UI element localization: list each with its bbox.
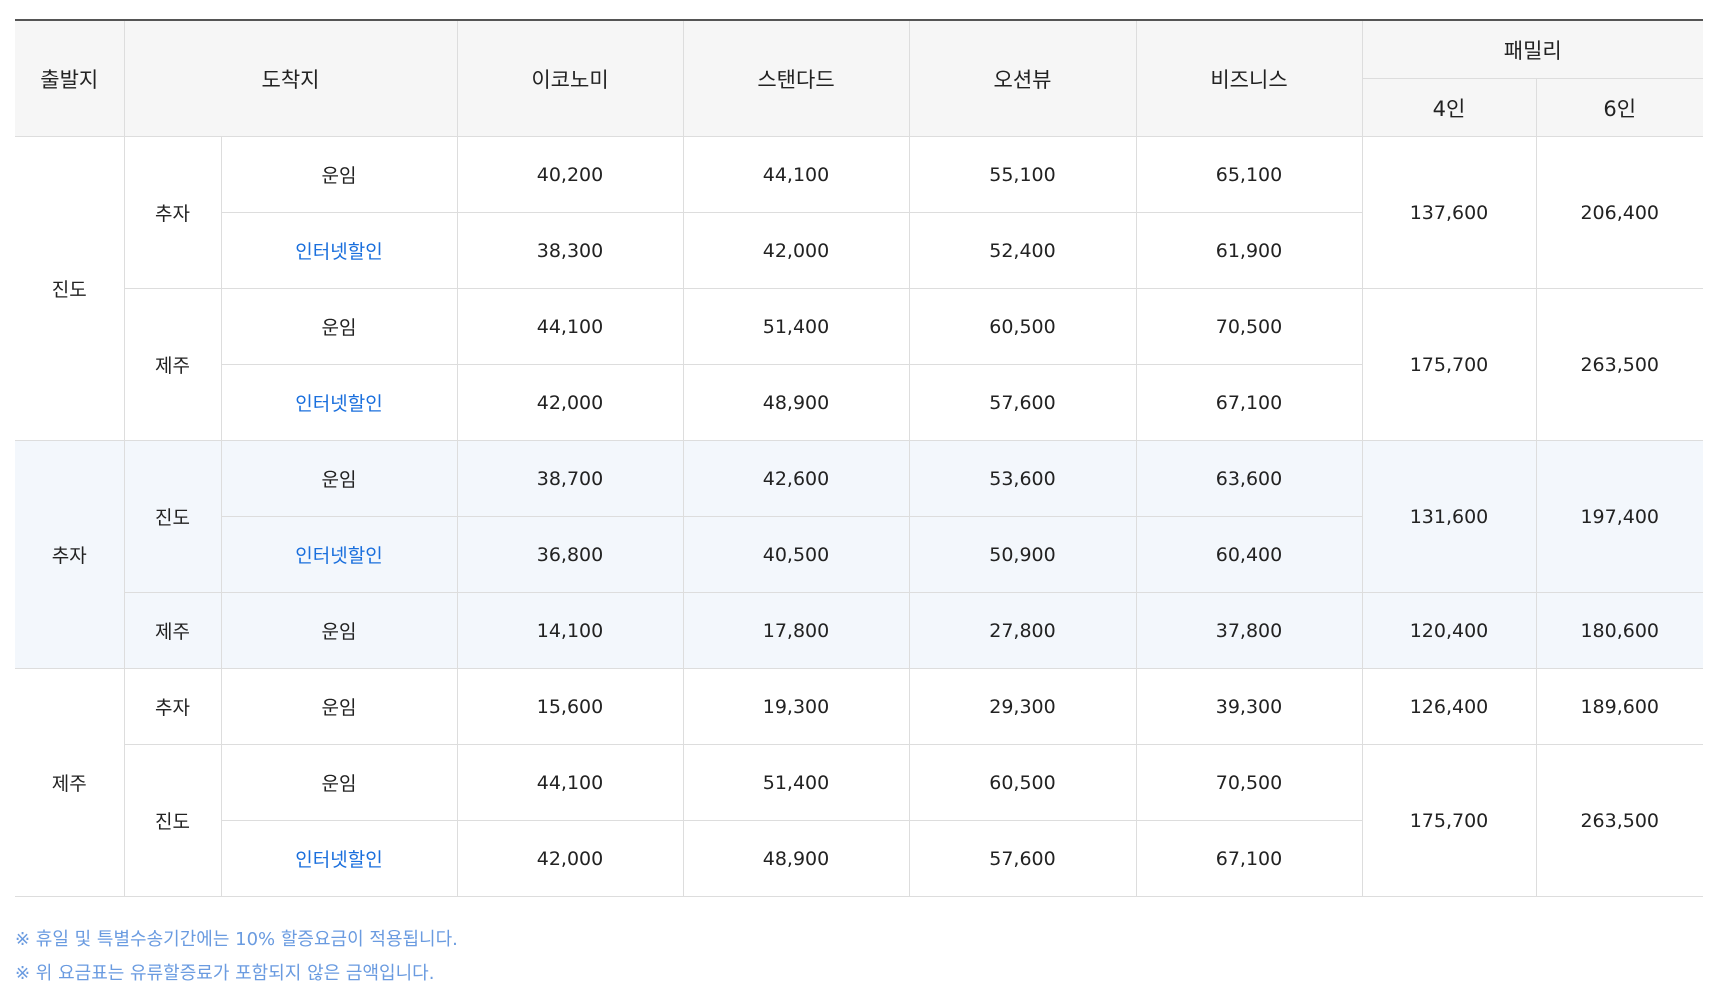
economy-cell: 44,100 xyxy=(456,288,683,365)
standard-cell: 19,300 xyxy=(682,668,909,745)
business-cell: 67,100 xyxy=(1135,364,1362,441)
standard-cell: 42,000 xyxy=(682,212,909,289)
table-row: 제주 운임 14,100 17,800 27,800 37,800 120,40… xyxy=(15,592,1703,669)
internet-discount-label: 인터넷할인 xyxy=(220,212,457,289)
oceanview-cell: 53,600 xyxy=(908,440,1136,517)
table-row: 진도 추자 운임 40,200 44,100 55,100 65,100 137… xyxy=(15,136,1703,441)
table-header: 출발지 도착지 이코노미 스탠다드 오션뷰 비즈니스 패밀리 4인 6인 xyxy=(15,20,1703,137)
business-cell: 37,800 xyxy=(1135,592,1362,669)
header-departure: 출발지 xyxy=(15,20,124,137)
header-family: 패밀리 xyxy=(1361,20,1703,79)
economy-cell: 42,000 xyxy=(456,820,683,897)
header-family-4: 4인 xyxy=(1361,78,1536,137)
oceanview-cell: 60,500 xyxy=(908,744,1136,821)
header-family-6: 6인 xyxy=(1535,78,1703,137)
fare-table-container: 출발지 도착지 이코노미 스탠다드 오션뷰 비즈니스 패밀리 4인 6인 진도 … xyxy=(15,19,1703,991)
header-oceanview: 오션뷰 xyxy=(908,20,1136,137)
family-6-cell: 206,400 xyxy=(1535,136,1703,289)
family-6-cell: 263,500 xyxy=(1535,288,1703,441)
standard-cell: 40,500 xyxy=(682,516,909,593)
oceanview-cell: 57,600 xyxy=(908,820,1136,897)
standard-cell: 51,400 xyxy=(682,744,909,821)
arrival-cell: 진도 xyxy=(123,744,221,897)
table-row: 진도 운임 44,100 51,400 60,500 70,500 175,70… xyxy=(15,744,1703,897)
economy-cell: 15,600 xyxy=(456,668,683,745)
family-6-cell: 189,600 xyxy=(1535,668,1703,745)
fare-type-cell: 운임 xyxy=(220,136,457,213)
family-4-cell: 131,600 xyxy=(1361,440,1536,593)
family-6-cell: 263,500 xyxy=(1535,744,1703,897)
oceanview-cell: 50,900 xyxy=(908,516,1136,593)
table-row: 제주 운임 44,100 51,400 60,500 70,500 175,70… xyxy=(15,288,1703,441)
oceanview-cell: 52,400 xyxy=(908,212,1136,289)
departure-cell: 제주 xyxy=(15,668,124,897)
internet-discount-label: 인터넷할인 xyxy=(220,820,457,897)
business-cell: 61,900 xyxy=(1135,212,1362,289)
departure-cell: 추자 xyxy=(15,440,124,669)
header-economy: 이코노미 xyxy=(456,20,683,137)
oceanview-cell: 29,300 xyxy=(908,668,1136,745)
header-business: 비즈니스 xyxy=(1135,20,1362,137)
header-standard: 스탠다드 xyxy=(682,20,909,137)
oceanview-cell: 57,600 xyxy=(908,364,1136,441)
economy-cell: 42,000 xyxy=(456,364,683,441)
fare-type-cell: 운임 xyxy=(220,744,457,821)
standard-cell: 17,800 xyxy=(682,592,909,669)
arrival-cell: 제주 xyxy=(123,592,221,669)
fare-notes: ※ 휴일 및 특별수송기간에는 10% 할증요금이 적용됩니다. ※ 위 요금표… xyxy=(15,923,1703,991)
business-cell: 60,400 xyxy=(1135,516,1362,593)
business-cell: 70,500 xyxy=(1135,288,1362,365)
family-4-cell: 175,700 xyxy=(1361,288,1536,441)
economy-cell: 38,700 xyxy=(456,440,683,517)
business-cell: 70,500 xyxy=(1135,744,1362,821)
arrival-cell: 제주 xyxy=(123,288,221,441)
standard-cell: 48,900 xyxy=(682,820,909,897)
fare-type-cell: 운임 xyxy=(220,668,457,745)
family-4-cell: 126,400 xyxy=(1361,668,1536,745)
fare-table: 출발지 도착지 이코노미 스탠다드 오션뷰 비즈니스 패밀리 4인 6인 진도 … xyxy=(15,19,1703,897)
economy-cell: 44,100 xyxy=(456,744,683,821)
departure-cell: 진도 xyxy=(15,136,124,441)
oceanview-cell: 55,100 xyxy=(908,136,1136,213)
fuel-surcharge-note: ※ 위 요금표는 유류할증료가 포함되지 않은 금액입니다. xyxy=(15,963,435,984)
fare-type-cell: 운임 xyxy=(220,592,457,669)
arrival-cell: 추자 xyxy=(123,668,221,745)
economy-cell: 38,300 xyxy=(456,212,683,289)
economy-cell: 14,100 xyxy=(456,592,683,669)
fare-type-cell: 운임 xyxy=(220,288,457,365)
internet-discount-label: 인터넷할인 xyxy=(220,516,457,593)
economy-cell: 36,800 xyxy=(456,516,683,593)
family-6-cell: 180,600 xyxy=(1535,592,1703,669)
arrival-cell: 추자 xyxy=(123,136,221,289)
business-cell: 65,100 xyxy=(1135,136,1362,213)
internet-discount-label: 인터넷할인 xyxy=(220,364,457,441)
oceanview-cell: 27,800 xyxy=(908,592,1136,669)
arrival-cell: 진도 xyxy=(123,440,221,593)
family-4-cell: 175,700 xyxy=(1361,744,1536,897)
surcharge-note: ※ 휴일 및 특별수송기간에는 10% 할증요금이 적용됩니다. xyxy=(15,929,458,950)
standard-cell: 42,600 xyxy=(682,440,909,517)
table-body: 진도 추자 운임 40,200 44,100 55,100 65,100 137… xyxy=(15,136,1703,897)
standard-cell: 44,100 xyxy=(682,136,909,213)
business-cell: 67,100 xyxy=(1135,820,1362,897)
family-6-cell: 197,400 xyxy=(1535,440,1703,593)
table-row: 제주 추자 운임 15,600 19,300 29,300 39,300 126… xyxy=(15,668,1703,897)
family-4-cell: 137,600 xyxy=(1361,136,1536,289)
oceanview-cell: 60,500 xyxy=(908,288,1136,365)
standard-cell: 51,400 xyxy=(682,288,909,365)
business-cell: 63,600 xyxy=(1135,440,1362,517)
fare-type-cell: 운임 xyxy=(220,440,457,517)
business-cell: 39,300 xyxy=(1135,668,1362,745)
family-4-cell: 120,400 xyxy=(1361,592,1536,669)
standard-cell: 48,900 xyxy=(682,364,909,441)
economy-cell: 40,200 xyxy=(456,136,683,213)
table-row: 추자 진도 운임 38,700 42,600 53,600 63,600 131… xyxy=(15,440,1703,669)
header-arrival: 도착지 xyxy=(123,20,457,137)
